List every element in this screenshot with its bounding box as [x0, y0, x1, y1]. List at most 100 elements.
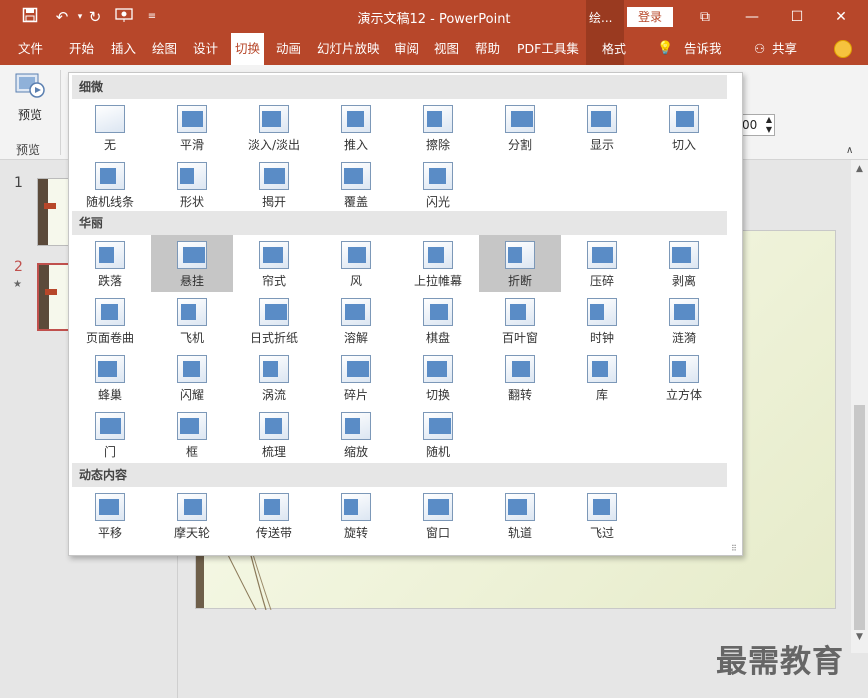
scroll-down-icon[interactable]: ▼ — [854, 632, 865, 643]
transition-random-bars[interactable]: 随机线条 — [69, 156, 151, 213]
scroll-up-icon[interactable]: ▲ — [854, 164, 865, 175]
tab-home[interactable]: 开始 — [69, 33, 94, 65]
transition-dissolve[interactable]: 溶解 — [315, 292, 397, 349]
customize-qat-icon[interactable]: ≡ — [142, 7, 162, 27]
tab-view[interactable]: 视图 — [434, 33, 459, 65]
minimize-button[interactable]: — — [741, 6, 763, 28]
transition-fall-over[interactable]: 跌落 — [69, 235, 151, 292]
transition-reveal[interactable]: 显示 — [561, 99, 643, 156]
transition-label: 跌落 — [97, 274, 122, 288]
transition-label: 日式折纸 — [249, 331, 298, 345]
tab-help[interactable]: 帮助 — [475, 33, 500, 65]
transition-rotate[interactable]: 旋转 — [315, 487, 397, 544]
vertical-scrollbar[interactable]: ▲ ▼ — [851, 160, 868, 653]
transition-cube[interactable]: 立方体 — [643, 349, 725, 406]
spin-arrows-icon[interactable]: ▲ ▼ — [766, 115, 772, 135]
undo-icon[interactable]: ↶ — [52, 7, 72, 27]
transition-orbit[interactable]: 轨道 — [479, 487, 561, 544]
transition-comb[interactable]: 梳理 — [233, 406, 315, 463]
tab-transitions[interactable]: 切换 — [231, 33, 265, 65]
transition-label: 摩天轮 — [173, 526, 210, 540]
transition-prestige[interactable]: 上拉帷幕 — [397, 235, 479, 292]
resize-grip-icon[interactable]: ⠿ — [731, 545, 739, 553]
transition-label: 框 — [185, 445, 198, 459]
transition-origami[interactable]: 日式折纸 — [233, 292, 315, 349]
transition-label: 上拉帷幕 — [413, 274, 462, 288]
tab-format[interactable]: 格式 — [589, 40, 639, 57]
preview-icon[interactable] — [15, 72, 45, 100]
page-curl-icon — [95, 298, 125, 326]
transition-shape[interactable]: 形状 — [151, 156, 233, 213]
transition-airplane[interactable]: 飞机 — [151, 292, 233, 349]
collapse-ribbon-icon[interactable]: ∧ — [846, 145, 860, 157]
slideshow-from-start-icon[interactable] — [114, 7, 134, 27]
login-button[interactable]: 登录 — [627, 7, 673, 27]
transition-label: 帘式 — [261, 274, 286, 288]
transition-blinds[interactable]: 百叶窗 — [479, 292, 561, 349]
transition-split[interactable]: 分割 — [479, 99, 561, 156]
transition-peel-off[interactable]: 剥离 — [643, 235, 725, 292]
transition-pan[interactable]: 平移 — [69, 487, 151, 544]
clock-icon — [587, 298, 617, 326]
transition-box[interactable]: 框 — [151, 406, 233, 463]
transition-label: 窗口 — [425, 526, 450, 540]
transition-random[interactable]: 随机 — [397, 406, 479, 463]
transition-glitter[interactable]: 闪耀 — [151, 349, 233, 406]
transition-label: 碎片 — [343, 388, 368, 402]
feedback-smiley-icon[interactable] — [834, 40, 852, 58]
transition-gallery[interactable]: 库 — [561, 349, 643, 406]
transition-clock[interactable]: 时钟 — [561, 292, 643, 349]
tab-insert[interactable]: 插入 — [111, 33, 136, 65]
tab-review[interactable]: 审阅 — [394, 33, 419, 65]
transition-honeycomb[interactable]: 蜂巢 — [69, 349, 151, 406]
transition-uncover[interactable]: 揭开 — [233, 156, 315, 213]
transition-ferris-wheel[interactable]: 摩天轮 — [151, 487, 233, 544]
transition-curtains[interactable]: 帘式 — [233, 235, 315, 292]
transition-wipe[interactable]: 擦除 — [397, 99, 479, 156]
transition-none[interactable]: 无 — [69, 99, 151, 156]
transition-fly-through[interactable]: 飞过 — [561, 487, 643, 544]
preview-group-label: 预览 — [16, 143, 41, 157]
transition-label: 涟漪 — [671, 331, 696, 345]
transition-conveyor[interactable]: 传送带 — [233, 487, 315, 544]
transition-label: 平移 — [97, 526, 122, 540]
maximize-button[interactable]: ☐ — [786, 6, 808, 28]
transition-drape[interactable]: 悬挂 — [151, 235, 233, 292]
transition-flip[interactable]: 翻转 — [479, 349, 561, 406]
transition-label: 擦除 — [425, 138, 450, 152]
transition-shred[interactable]: 碎片 — [315, 349, 397, 406]
ribbon-display-options-icon[interactable]: ⧉ — [694, 6, 716, 28]
tab-draw[interactable]: 绘图 — [152, 33, 177, 65]
close-button[interactable]: ✕ — [830, 6, 852, 28]
save-icon[interactable] — [20, 7, 40, 27]
transition-doors[interactable]: 门 — [69, 406, 151, 463]
tab-design[interactable]: 设计 — [193, 33, 218, 65]
tab-pdf-tools[interactable]: PDF工具集 — [517, 33, 579, 65]
transition-zoom[interactable]: 缩放 — [315, 406, 397, 463]
tab-animations[interactable]: 动画 — [276, 33, 301, 65]
transition-push[interactable]: 推入 — [315, 99, 397, 156]
drape-icon — [177, 241, 207, 269]
transition-fade[interactable]: 淡入/淡出 — [233, 99, 315, 156]
transition-switch[interactable]: 切换 — [397, 349, 479, 406]
transition-smooth[interactable]: 平滑 — [151, 99, 233, 156]
preview-button[interactable]: 预览 — [18, 106, 42, 123]
share-button[interactable]: 共享 — [772, 33, 797, 65]
slide-number: 1 — [14, 175, 23, 191]
transition-page-curl[interactable]: 页面卷曲 — [69, 292, 151, 349]
tab-file[interactable]: 文件 — [18, 33, 43, 65]
transition-flash[interactable]: 闪光 — [397, 156, 479, 213]
redo-icon[interactable]: ↻ — [85, 7, 105, 27]
transition-checkerboard[interactable]: 棋盘 — [397, 292, 479, 349]
transition-ripple[interactable]: 涟漪 — [643, 292, 725, 349]
transition-window[interactable]: 窗口 — [397, 487, 479, 544]
transition-cut[interactable]: 切入 — [643, 99, 725, 156]
transition-wind[interactable]: 风 — [315, 235, 397, 292]
transition-cover[interactable]: 覆盖 — [315, 156, 397, 213]
scrollbar-thumb[interactable] — [854, 405, 865, 630]
tab-slideshow[interactable]: 幻灯片放映 — [317, 33, 380, 65]
tell-me-search[interactable]: 告诉我 — [684, 33, 722, 65]
transition-vortex[interactable]: 涡流 — [233, 349, 315, 406]
transition-fracture[interactable]: 折断 — [479, 235, 561, 292]
transition-crush[interactable]: 压碎 — [561, 235, 643, 292]
